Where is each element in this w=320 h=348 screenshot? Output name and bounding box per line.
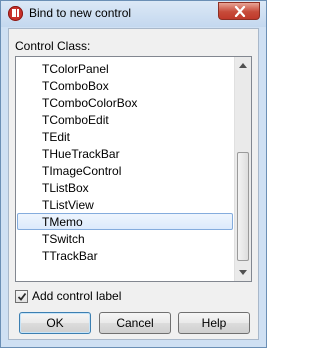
- list-items: TColorPanel TComboBox TComboColorBox TCombo…: [17, 60, 233, 264]
- bind-dialog: Bind to new control Control Class: TColo…: [0, 0, 267, 348]
- list-item[interactable]: TTrackBar: [17, 247, 233, 264]
- cancel-button[interactable]: Cancel: [99, 312, 171, 334]
- checkmark-icon: [17, 292, 27, 301]
- list-item[interactable]: TImageControl: [17, 162, 233, 179]
- control-class-label: Control Class:: [15, 39, 91, 53]
- list-item[interactable]: THueTrackBar: [17, 145, 233, 162]
- arrow-up-icon: [239, 63, 247, 68]
- scroll-down-button[interactable]: [235, 264, 251, 281]
- dialog-body: Control Class: TColorPanel TComboBox TComb…: [8, 28, 259, 340]
- scroll-thumb[interactable]: [237, 152, 249, 261]
- close-icon: [234, 6, 246, 17]
- window-title: Bind to new control: [29, 6, 132, 20]
- ok-button[interactable]: OK: [19, 312, 91, 334]
- list-item[interactable]: TColorPanel: [17, 60, 233, 77]
- list-item[interactable]: TMemo: [17, 213, 233, 230]
- title-bar[interactable]: Bind to new control: [1, 1, 266, 27]
- close-button[interactable]: [218, 2, 260, 20]
- control-class-list[interactable]: TColorPanel TComboBox TComboColorBox TCombo…: [15, 56, 252, 282]
- list-item[interactable]: TEdit: [17, 128, 233, 145]
- list-item[interactable]: TSwitch: [17, 230, 233, 247]
- list-item[interactable]: TComboColorBox: [17, 94, 233, 111]
- list-item[interactable]: TComboBox: [17, 77, 233, 94]
- add-label-checkbox[interactable]: [15, 290, 28, 303]
- add-label-text[interactable]: Add control label: [32, 289, 121, 303]
- vertical-scrollbar[interactable]: [234, 57, 251, 281]
- list-item[interactable]: TListBox: [17, 179, 233, 196]
- list-item[interactable]: TComboEdit: [17, 111, 233, 128]
- help-button[interactable]: Help: [178, 312, 250, 334]
- app-icon: [8, 6, 23, 21]
- arrow-down-icon: [239, 270, 247, 275]
- scroll-up-button[interactable]: [235, 57, 251, 74]
- list-item[interactable]: TListView: [17, 196, 233, 213]
